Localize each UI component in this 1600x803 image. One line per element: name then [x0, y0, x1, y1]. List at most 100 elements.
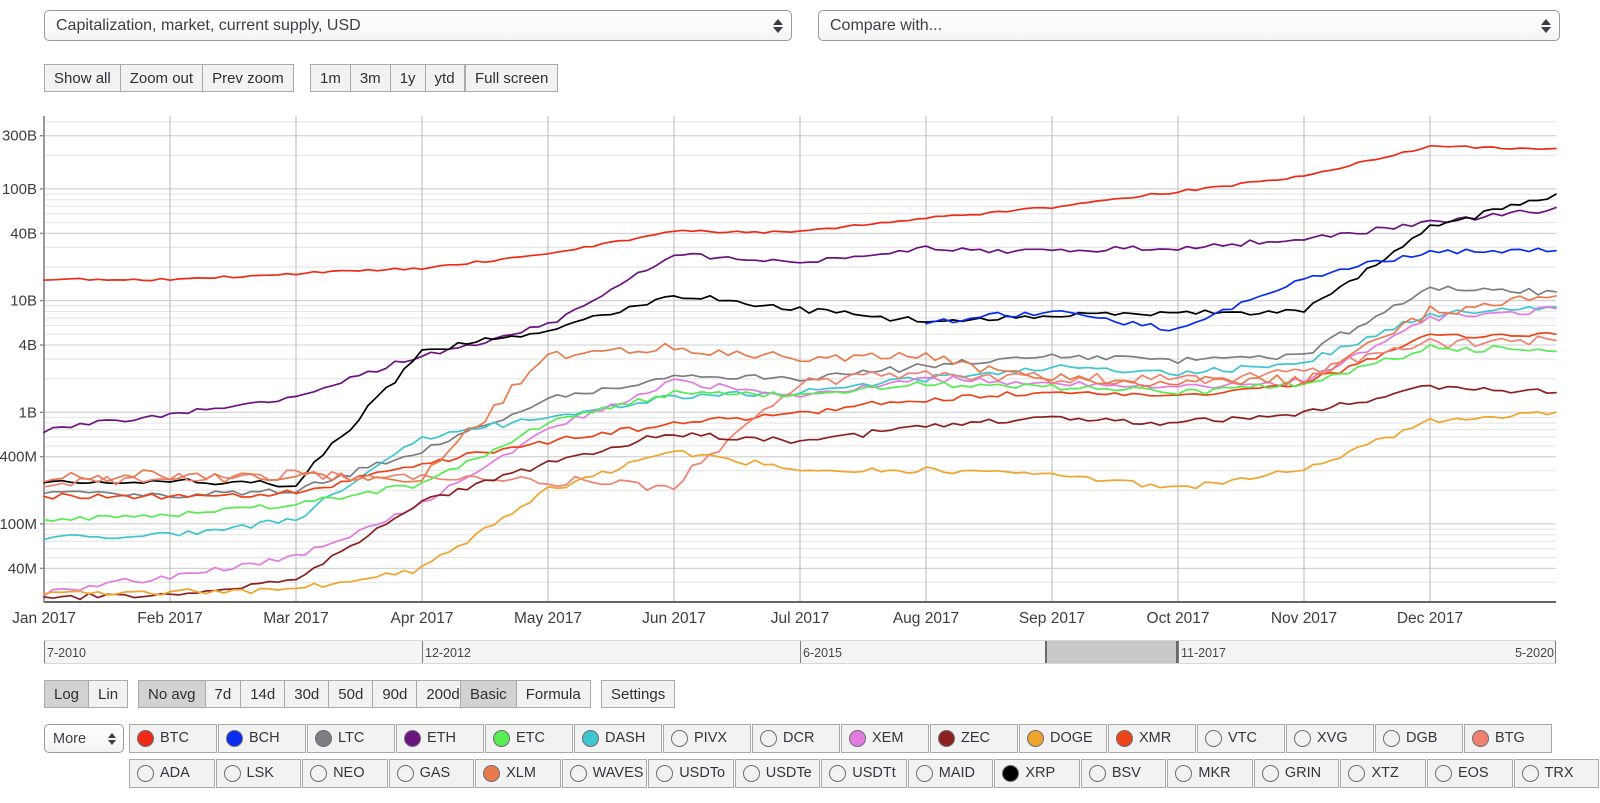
coin-toggle-xmr[interactable]: XMR — [1108, 724, 1196, 753]
navigator-selection[interactable] — [1044, 641, 1178, 663]
range-ytd-button[interactable]: ytd — [424, 64, 465, 92]
avg-14d-button[interactable]: 14d — [240, 680, 286, 708]
coin-symbol-label: BTG — [1495, 730, 1525, 747]
fullscreen-button-group: Full screen — [465, 64, 559, 92]
coin-color-dot-icon — [223, 765, 241, 782]
coin-symbol-label: BSV — [1111, 765, 1141, 782]
metric-select[interactable]: Capitalization, market, current supply, … — [44, 10, 792, 41]
coin-symbol-label: DASH — [605, 730, 646, 747]
coin-toggle-xvg[interactable]: XVG — [1286, 724, 1374, 753]
coin-toggle-dash[interactable]: DASH — [574, 724, 662, 753]
coin-toggle-grin[interactable]: GRIN — [1253, 759, 1340, 788]
coin-symbol-label: USDTe — [765, 765, 812, 782]
navigator-tick — [1178, 641, 1179, 663]
coin-toggle-waves[interactable]: WAVES — [561, 759, 648, 788]
coin-toggle-dcr[interactable]: DCR — [752, 724, 840, 753]
chevron-updown-icon — [772, 16, 783, 36]
coin-color-dot-icon — [1205, 730, 1222, 747]
coin-symbol-label: BTC — [160, 730, 189, 747]
coin-symbol-label: XRP — [1025, 765, 1056, 782]
coin-toggle-ltc[interactable]: LTC — [307, 724, 395, 753]
prev-zoom-button[interactable]: Prev zoom — [202, 64, 294, 92]
settings-button[interactable]: Settings — [601, 680, 676, 708]
coin-toggle-bsv[interactable]: BSV — [1080, 759, 1167, 788]
coin-toggle-xlm[interactable]: XLM — [475, 759, 561, 788]
avg-90d-button[interactable]: 90d — [372, 680, 418, 708]
avg-50d-button[interactable]: 50d — [328, 680, 374, 708]
avg-7d-button[interactable]: 7d — [204, 680, 242, 708]
coin-toggle-xrp[interactable]: XRP — [994, 759, 1080, 788]
coin-color-dot-icon — [315, 730, 332, 747]
coin-toggle-trx[interactable]: TRX — [1513, 759, 1600, 788]
navigator-handle-left[interactable] — [1044, 641, 1047, 663]
coin-toggle-zec[interactable]: ZEC — [930, 724, 1018, 753]
chart-toolbar: Show all Zoom out Prev zoom 1m 3m 1y ytd… — [0, 64, 1600, 94]
compare-select[interactable]: Compare with... — [818, 10, 1560, 41]
coin-toggle-btg[interactable]: BTG — [1464, 724, 1552, 753]
coin-color-dot-icon — [1521, 765, 1539, 782]
coin-toggle-usdto[interactable]: USDTo — [648, 759, 734, 788]
range-1m-button[interactable]: 1m — [310, 64, 351, 92]
y-tick-labels: 300B 100B 40B 10B 4B 1B 400M 100M 40M — [0, 128, 37, 578]
coin-color-dot-icon — [1472, 730, 1489, 747]
svg-text:10B: 10B — [10, 293, 37, 310]
mode-basic-button[interactable]: Basic — [460, 680, 517, 708]
coin-symbol-label: GRIN — [1284, 765, 1322, 782]
coin-toggle-eth[interactable]: ETH — [396, 724, 484, 753]
scale-lin-button[interactable]: Lin — [88, 680, 129, 708]
coin-toggle-dgb[interactable]: DGB — [1375, 724, 1463, 753]
range-1y-button[interactable]: 1y — [389, 64, 426, 92]
coin-toggle-xtz[interactable]: XTZ — [1340, 759, 1426, 788]
coin-selector: More BTC BCH LTC ETH ETC DASH PIVX DCR XEM ZEC DOG… — [44, 724, 1600, 794]
coin-color-dot-icon — [849, 730, 866, 747]
avg-none-button[interactable]: No avg — [138, 680, 206, 708]
show-all-button[interactable]: Show all — [44, 64, 121, 92]
coin-color-dot-icon — [137, 730, 154, 747]
coin-toggle-eos[interactable]: EOS — [1426, 759, 1513, 788]
coin-symbol-label: USDTo — [679, 765, 726, 782]
full-screen-button[interactable]: Full screen — [465, 64, 559, 92]
coin-toggle-gas[interactable]: GAS — [388, 759, 475, 788]
coin-toggle-lsk[interactable]: LSK — [215, 759, 302, 788]
coin-symbol-label: ADA — [160, 765, 190, 782]
svg-text:1B: 1B — [19, 404, 37, 421]
chart-options-row: Log Lin No avg 7d 14d 30d 50d 90d 200d B… — [0, 680, 1600, 710]
chevron-updown-icon — [108, 732, 116, 745]
zoom-button-group: Show all Zoom out Prev zoom — [44, 64, 294, 92]
coin-toggle-usdtt[interactable]: USDTt — [821, 759, 907, 788]
navigator-tick-label: 11-2017 — [1181, 646, 1226, 660]
coin-color-dot-icon — [829, 765, 847, 782]
coin-symbol-label: PIVX — [694, 730, 728, 747]
coin-toggle-bch[interactable]: BCH — [218, 724, 306, 753]
coin-toggle-etc[interactable]: ETC — [485, 724, 573, 753]
coin-symbol-label: WAVES — [592, 765, 644, 782]
coin-color-dot-icon — [938, 730, 955, 747]
coin-toggle-maid[interactable]: MAID — [907, 759, 994, 788]
coin-toggle-xem[interactable]: XEM — [841, 724, 929, 753]
scale-log-button[interactable]: Log — [44, 680, 90, 708]
chart-plot-area[interactable]: 300B 100B 40B 10B 4B 1B 400M 100M 40M — [0, 110, 1600, 610]
coin-toggle-vtc[interactable]: VTC — [1197, 724, 1285, 753]
range-3m-button[interactable]: 3m — [349, 64, 391, 92]
coin-symbol-label: XTZ — [1371, 765, 1399, 782]
coin-toggle-pivx[interactable]: PIVX — [663, 724, 751, 753]
row2-spacer — [44, 759, 129, 788]
chart-navigator[interactable]: 7-2010 12-2012 6-2015 11-2017 5-2020 — [44, 640, 1556, 664]
scale-button-group: Log Lin — [44, 680, 129, 708]
coin-toggle-mkr[interactable]: MKR — [1167, 759, 1253, 788]
avg-30d-button[interactable]: 30d — [284, 680, 330, 708]
more-select[interactable]: More — [44, 724, 124, 753]
coin-toggle-ada[interactable]: ADA — [129, 759, 215, 788]
coin-symbol-label: LSK — [246, 765, 274, 782]
coin-symbol-label: ZEC — [961, 730, 990, 747]
coin-toggle-doge[interactable]: DOGE — [1019, 724, 1107, 753]
coin-toggle-neo[interactable]: NEO — [302, 759, 388, 788]
zoom-out-button[interactable]: Zoom out — [119, 64, 204, 92]
coin-toggle-usdte[interactable]: USDTe — [734, 759, 821, 788]
mode-formula-button[interactable]: Formula — [515, 680, 591, 708]
coin-toggle-btc[interactable]: BTC — [129, 724, 217, 753]
x-tick-label: Mar 2017 — [263, 610, 329, 627]
x-tick-label: May 2017 — [513, 610, 583, 627]
coin-symbol-label: XVG — [1317, 730, 1348, 747]
svg-text:40B: 40B — [10, 225, 37, 242]
